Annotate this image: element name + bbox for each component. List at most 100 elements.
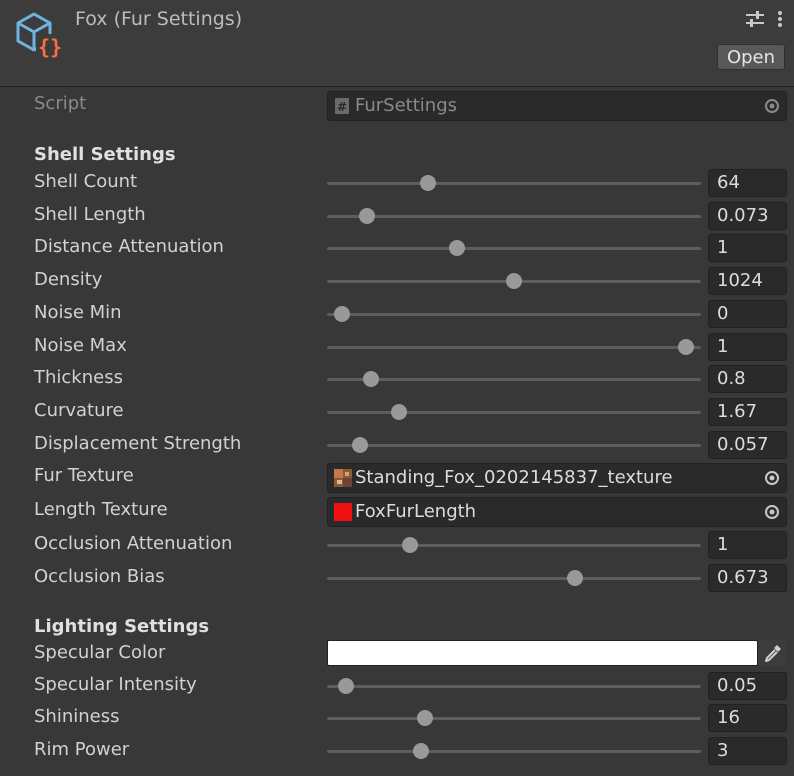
fur-texture-label: Fur Texture	[34, 465, 134, 486]
length-texture-field[interactable]: FoxFurLength	[327, 497, 787, 527]
slider-track	[327, 182, 701, 185]
slider-thumb[interactable]	[448, 240, 465, 256]
distance-attenuation-field[interactable]: 1	[708, 234, 787, 262]
lighting-settings-header: Lighting Settings	[34, 616, 210, 637]
curvature-field[interactable]: 1.67	[708, 398, 787, 426]
slider-track	[327, 685, 701, 688]
thickness-label: Thickness	[34, 367, 123, 388]
noise-min-row: Noise Min 0	[0, 300, 794, 328]
slider-thumb[interactable]	[416, 710, 433, 726]
rim-power-row: Rim Power 3	[0, 737, 794, 765]
slider-thumb[interactable]	[420, 175, 437, 191]
object-picker-icon[interactable]	[764, 504, 780, 520]
fur-texture-field[interactable]: Standing_Fox_0202145837_texture	[327, 463, 787, 493]
occlusion-attenuation-slider[interactable]	[327, 531, 701, 559]
shell-length-slider[interactable]	[327, 202, 701, 230]
inspector-header: {} Fox (Fur Settings) Open	[0, 0, 794, 87]
slider-track	[327, 544, 701, 547]
shell-count-label: Shell Count	[34, 171, 138, 192]
slider-thumb[interactable]	[506, 273, 522, 289]
script-field: # FurSettings	[327, 91, 787, 121]
displacement-strength-row: Displacement Strength 0.057	[0, 431, 794, 459]
noise-max-field[interactable]: 1	[708, 333, 787, 361]
slider-thumb[interactable]	[677, 339, 694, 355]
slider-track	[327, 411, 701, 414]
svg-text:{}: {}	[38, 35, 62, 59]
noise-min-field[interactable]: 0	[708, 300, 787, 328]
shell-length-field[interactable]: 0.073	[708, 202, 787, 230]
presets-icon[interactable]	[745, 9, 765, 29]
object-picker-icon[interactable]	[764, 470, 780, 486]
red-texture-thumbnail	[334, 503, 352, 521]
shell-count-field[interactable]: 64	[708, 169, 787, 197]
slider-thumb[interactable]	[352, 437, 369, 453]
object-picker-icon	[765, 99, 779, 113]
distance-attenuation-label: Distance Attenuation	[34, 236, 224, 257]
rim-power-slider[interactable]	[327, 737, 701, 765]
shininess-field[interactable]: 16	[708, 704, 787, 732]
displacement-strength-slider[interactable]	[327, 431, 701, 459]
shininess-row: Shininess 16	[0, 704, 794, 732]
specular-intensity-label: Specular Intensity	[34, 674, 197, 695]
specular-intensity-field[interactable]: 0.05	[708, 672, 787, 700]
more-menu-icon[interactable]	[776, 9, 784, 29]
shell-length-label: Shell Length	[34, 204, 146, 225]
noise-min-label: Noise Min	[34, 302, 122, 323]
length-texture-label: Length Texture	[34, 499, 168, 520]
density-row: Density 1024	[0, 267, 794, 295]
displacement-strength-field[interactable]: 0.057	[708, 431, 787, 459]
length-texture-row: Length Texture FoxFurLength	[0, 497, 794, 527]
slider-track	[327, 378, 701, 381]
specular-color-row: Specular Color	[0, 640, 794, 668]
shell-count-slider[interactable]	[327, 169, 701, 197]
occlusion-attenuation-row: Occlusion Attenuation 1	[0, 531, 794, 559]
script-row: Script # FurSettings	[0, 91, 794, 121]
slider-thumb[interactable]	[362, 371, 379, 387]
slider-thumb[interactable]	[337, 678, 354, 694]
eyedropper-button[interactable]	[758, 640, 787, 666]
noise-max-row: Noise Max 1	[0, 333, 794, 361]
slider-track	[327, 750, 701, 753]
script-component-icon: {}	[16, 12, 64, 59]
slider-thumb[interactable]	[359, 208, 376, 224]
density-label: Density	[34, 269, 103, 290]
rim-power-field[interactable]: 3	[708, 737, 787, 765]
shininess-label: Shininess	[34, 706, 120, 727]
occlusion-attenuation-field[interactable]: 1	[708, 531, 787, 559]
rim-power-label: Rim Power	[34, 739, 130, 760]
shell-settings-header: Shell Settings	[34, 144, 176, 165]
slider-track	[327, 717, 701, 720]
svg-text:#: #	[337, 100, 347, 114]
occlusion-bias-field[interactable]: 0.673	[708, 564, 787, 592]
open-button[interactable]: Open	[717, 44, 785, 70]
slider-thumb[interactable]	[334, 306, 351, 322]
slider-thumb[interactable]	[402, 537, 419, 553]
fur-texture-row: Fur Texture Standing_Fox_0202145837_text…	[0, 463, 794, 493]
noise-min-slider[interactable]	[327, 300, 701, 328]
slider-track	[327, 247, 701, 250]
distance-attenuation-slider[interactable]	[327, 234, 701, 262]
specular-intensity-row: Specular Intensity 0.05	[0, 672, 794, 700]
shininess-slider[interactable]	[327, 704, 701, 732]
curvature-label: Curvature	[34, 400, 124, 421]
slider-thumb[interactable]	[391, 404, 408, 420]
distance-attenuation-row: Distance Attenuation 1	[0, 234, 794, 262]
slider-thumb[interactable]	[412, 743, 429, 759]
displacement-strength-label: Displacement Strength	[34, 433, 242, 454]
slider-track	[327, 444, 701, 447]
thickness-slider[interactable]	[327, 365, 701, 393]
fur-texture-value: Standing_Fox_0202145837_texture	[355, 467, 673, 488]
slider-thumb[interactable]	[566, 570, 583, 586]
specular-color-swatch[interactable]	[327, 640, 758, 666]
thickness-field[interactable]: 0.8	[708, 365, 787, 393]
occlusion-bias-slider[interactable]	[327, 564, 701, 592]
fox-texture-thumbnail	[334, 469, 352, 487]
density-field[interactable]: 1024	[708, 267, 787, 295]
density-slider[interactable]	[327, 267, 701, 295]
noise-max-slider[interactable]	[327, 333, 701, 361]
specular-intensity-slider[interactable]	[327, 672, 701, 700]
thickness-row: Thickness 0.8	[0, 365, 794, 393]
shell-length-row: Shell Length 0.073	[0, 202, 794, 230]
curvature-slider[interactable]	[327, 398, 701, 426]
slider-track	[327, 577, 701, 580]
